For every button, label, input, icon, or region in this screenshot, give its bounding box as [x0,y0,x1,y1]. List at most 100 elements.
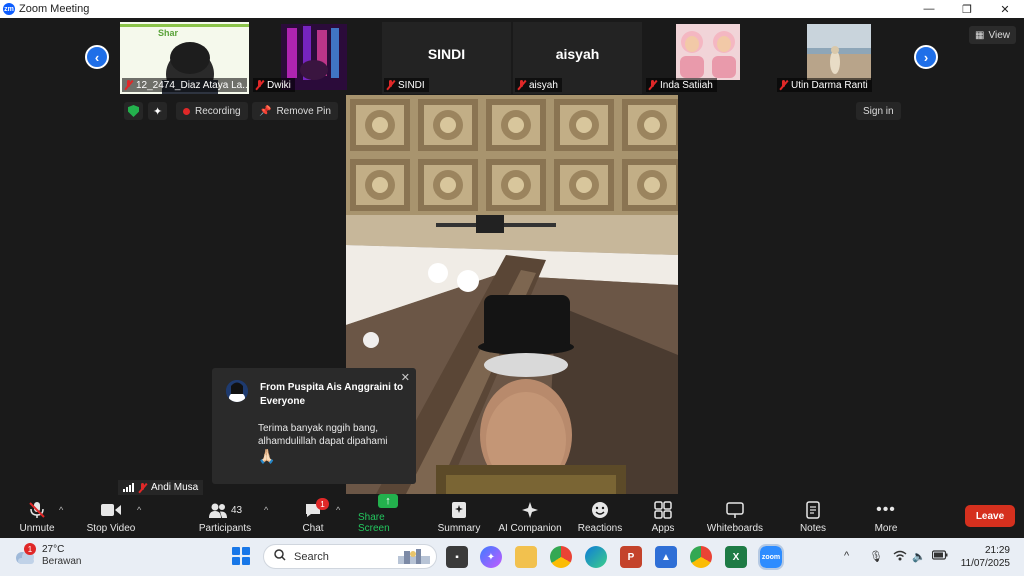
volume-icon[interactable]: 🔈 [912,550,926,563]
excel-icon: X [732,551,740,563]
ai-companion-button[interactable]: AI Companion [496,497,564,537]
chevron-left-icon: ‹ [94,49,100,65]
tile-name-label: SINDI [384,78,429,92]
tile-name-label: 12_2474_Diaz Ataya La... [122,78,247,92]
weather-temp: 27°C [42,544,65,555]
participant-tile[interactable]: aisyah aisyah [513,22,642,94]
search-icon [274,549,286,564]
chrome-profile-app[interactable] [690,546,712,568]
view-button[interactable]: ▦ View [969,26,1016,44]
participant-tile[interactable]: Inda Satiiah [644,22,773,94]
gallery-next-button[interactable]: › [914,45,938,69]
participants-options-caret[interactable]: ^ [264,505,268,515]
restore-button[interactable]: ❐ [948,0,986,18]
excel-app[interactable]: X [725,546,747,568]
zoom-app-icon: zm [3,3,15,15]
leave-button[interactable]: Leave [965,505,1015,527]
tray-overflow-chevron-icon[interactable]: ^ [844,550,849,562]
zoom-icon: zoom [761,553,781,561]
powerpoint-app[interactable]: P [620,546,642,568]
summary-button[interactable]: Summary [436,497,482,537]
powerpoint-icon: P [627,551,635,563]
whiteboard-icon [725,501,745,519]
weather-widget[interactable]: 1 27°C Berawan [14,543,81,567]
participants-button[interactable]: 43 Participants [196,497,254,537]
copilot-icon: ✦ [486,551,496,563]
task-view-app[interactable]: ▪ [446,546,468,568]
photos-app[interactable]: ▲ [655,546,677,568]
tile-name-label: Inda Satiiah [646,78,717,92]
more-button[interactable]: ••• More [868,497,904,537]
window-controls: — ❐ ✕ [910,0,1024,18]
notes-button[interactable]: Notes [796,497,830,537]
ai-chip[interactable]: ✦ [148,102,168,120]
chrome-app[interactable] [550,546,572,568]
participant-tile[interactable]: Shar 12_2474_Diaz Ataya La... [120,22,249,94]
mic-muted-icon [386,80,395,90]
tile-banner-text: Shar [158,28,179,38]
sign-in-button[interactable]: Sign in [856,102,901,120]
audio-options-caret[interactable]: ^ [59,505,63,515]
chat-message-text: Terima banyak nggih bang, alhamdulillah … [258,423,388,447]
chat-unread-badge: 1 [316,498,329,510]
recording-indicator[interactable]: Recording [176,102,248,120]
view-label: View [988,29,1011,41]
tile-name-label: Dwiki [253,78,295,92]
pin-icon: 📌 [259,105,272,117]
chevron-right-icon: › [923,49,929,65]
close-window-button[interactable]: ✕ [986,0,1024,18]
chat-notification[interactable]: From Puspita Ais Anggraini to Everyone ✕… [212,368,416,484]
signal-strength-icon [123,483,134,492]
apps-icon [653,501,673,519]
chat-close-button[interactable]: ✕ [401,371,410,384]
mic-muted-icon [255,80,264,90]
whiteboards-button[interactable]: Whiteboards [704,497,766,537]
encryption-chip[interactable] [124,102,143,120]
mic-muted-icon [138,482,147,493]
title-bar: zm Zoom Meeting — ❐ ✕ [0,0,1024,18]
chat-button[interactable]: 1 Chat [298,497,329,537]
unmute-button[interactable]: Unmute [14,497,60,537]
video-options-caret[interactable]: ^ [137,505,141,515]
close-icon: ✕ [1000,3,1010,16]
tile-display-name: SINDI [427,46,466,62]
zoom-app[interactable]: zoom [758,544,784,570]
participant-tile[interactable]: SINDI SINDI [382,22,511,94]
copilot-app[interactable]: ✦ [480,546,502,568]
taskbar-search[interactable]: Search [263,544,437,569]
grid-view-icon: ▦ [975,29,985,41]
edge-app[interactable] [585,546,607,568]
mic-muted-icon [648,80,657,90]
ai-sparkle-icon [520,501,540,519]
minimize-button[interactable]: — [910,0,948,18]
participant-tile[interactable]: Dwiki [251,22,380,94]
task-view-icon: ▪ [455,551,459,563]
tile-name-label: Utin Darma Ranti [777,78,872,92]
reactions-button[interactable]: Reactions [576,497,624,537]
minimize-icon: — [923,3,935,15]
gallery-prev-button[interactable]: ‹ [85,45,109,69]
tile-display-name: aisyah [555,46,600,62]
wifi-icon[interactable] [893,550,907,564]
file-explorer-app[interactable] [515,546,537,568]
photos-icon: ▲ [661,551,671,563]
video-camera-icon [101,501,121,519]
gallery-strip: Shar 12_2474_Diaz Ataya La... Dwiki SIND… [120,22,904,94]
start-button[interactable] [232,547,250,565]
stop-video-button[interactable]: Stop Video [84,497,138,537]
share-screen-button[interactable]: ↑ Share Screen [358,494,418,537]
participant-tile[interactable]: Utin Darma Ranti [775,22,904,94]
clock-date: 11/07/2025 [960,558,1010,569]
avatar [226,380,248,402]
recording-label: Recording [195,105,241,117]
apps-button[interactable]: Apps [648,497,678,537]
chat-bubble-icon: 1 [303,498,329,519]
system-clock[interactable]: 21:29 11/07/2025 [961,544,1010,570]
summary-icon [449,501,469,519]
chat-options-caret[interactable]: ^ [336,505,340,515]
battery-icon[interactable] [931,550,948,563]
microphone-tray-icon[interactable]: 🎙 [869,550,883,563]
sign-in-label: Sign in [863,105,894,117]
share-screen-icon: ↑ [378,494,398,508]
remove-pin-button[interactable]: 📌 Remove Pin [252,102,338,120]
